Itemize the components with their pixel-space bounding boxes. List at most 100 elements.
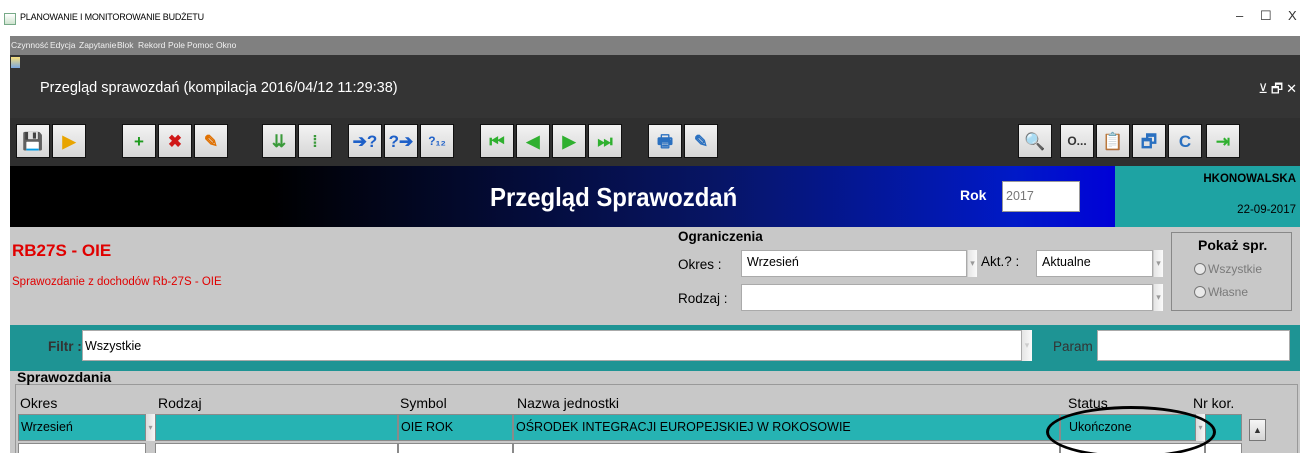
save-button[interactable]: 💾 [16,124,50,158]
insert-record-button[interactable]: + [122,124,156,158]
clipboard-button[interactable]: 📋 [1096,124,1130,158]
rodzaj-field[interactable] [741,284,1153,311]
col-header-symbol: Symbol [400,395,447,411]
rok-field[interactable]: 2017 [1002,181,1080,212]
duplicate-icon: ⇊ [271,131,287,151]
close-button[interactable]: X [1288,8,1297,23]
menu-pomoc[interactable]: Pomoc [187,40,213,50]
calculator-icon: C [1178,131,1192,151]
exit-button[interactable]: ⇥ [1206,124,1240,158]
col-header-rodzaj: Rodzaj [158,395,202,411]
print-button[interactable]: 🖶 [648,124,682,158]
filter-label: Filtr : [48,339,82,354]
maximize-button[interactable]: ☐ [1260,8,1272,24]
filter-bar: Filtr : Wszystkie ▾ Param [10,325,1300,371]
empty-row-cell[interactable] [18,443,146,453]
empty-row-cell[interactable] [1205,443,1242,453]
menu-edycja[interactable]: Edycja [50,40,76,50]
next-record-button[interactable]: ▶ [552,124,586,158]
akt-dropdown-icon[interactable]: ▾ [1153,250,1163,277]
cell-nazwa[interactable]: OŚRODEK INTEGRACJI EUROPEJSKIEJ W ROKOSO… [513,414,1060,441]
menu-rekord[interactable]: Rekord [138,40,165,50]
pokaz-title: Pokaż spr. [1198,237,1268,253]
exit-form-icon: ▶ [62,131,76,151]
split-icon: ⁞ [312,131,318,151]
menu-czynnosc[interactable]: Czynność [11,40,48,50]
akt-field[interactable]: Aktualne [1036,250,1153,277]
save-icon: 💾 [22,131,44,151]
filter-field[interactable]: Wszystkie [82,330,1022,361]
scroll-up-button[interactable]: ▲ [1249,419,1266,441]
okres-dropdown-icon[interactable]: ▾ [967,250,977,277]
col-header-nazwa: Nazwa jednostki [517,395,619,411]
last-record-button[interactable]: ⏭ [588,124,622,158]
empty-row-cell[interactable] [513,443,1060,453]
exit-icon: ⇥ [1215,131,1231,151]
status-highlight-ellipse [1046,406,1216,453]
report-code: RB27S - OIE [12,241,112,260]
clipboard-icon: 📋 [1102,131,1124,151]
okres-field[interactable]: Wrzesień [741,250,967,277]
user-info-box: HKONOWALSKA 22-09-2017 [1115,166,1300,227]
print-icon: 🖶 [656,131,674,151]
form-window-controls[interactable]: ⊻🗗✕ [1258,80,1300,102]
pokaz-group: Pokaż spr. Wszystkie Własne [1171,232,1292,311]
split-button[interactable]: ⁞ [298,124,332,158]
cell-symbol[interactable]: OIE ROK [398,414,513,441]
next-record-icon: ▶ [562,131,576,151]
param-field[interactable] [1097,330,1290,361]
delete-record-icon: ✖ [167,131,183,151]
options-button[interactable]: O... [1060,124,1094,158]
form-icon [11,57,20,68]
rodzaj-label: Rodzaj : [678,291,728,306]
execute-query-button[interactable]: ?➔ [384,124,418,158]
count-query-button[interactable]: ?₁₂ [420,124,454,158]
clear-record-icon: ✎ [203,131,219,151]
edit-icon: ✎ [693,131,709,151]
calculator-button[interactable]: C [1168,124,1202,158]
exit-form-button[interactable]: ▶ [52,124,86,158]
prev-record-button[interactable]: ◀ [516,124,550,158]
rodzaj-dropdown-icon[interactable]: ▾ [1153,284,1163,311]
empty-row-cell[interactable] [398,443,513,453]
java-app-icon [4,13,16,25]
clear-record-button[interactable]: ✎ [194,124,228,158]
radio-own-label: Własne [1208,285,1249,299]
menu-bar: Czynność Edycja Zapytanie Blok Rekord Po… [10,36,1300,55]
windows-button[interactable]: 🗗 [1132,124,1166,158]
radio-all-label: Wszystkie [1208,262,1262,276]
menu-blok[interactable]: Blok [117,40,134,50]
first-record-button[interactable]: ⏮ [480,124,514,158]
edit-button[interactable]: ✎ [684,124,718,158]
insert-record-icon: + [134,131,144,151]
radio-own[interactable] [1194,286,1206,298]
menu-zapytanie[interactable]: Zapytanie [79,40,116,50]
menu-okno[interactable]: Okno [216,40,236,50]
user-name: HKONOWALSKA [1203,173,1296,185]
first-record-icon: ⏮ [489,131,505,151]
execute-query-icon: ?➔ [388,131,414,151]
okres-label: Okres : [678,257,722,272]
minimize-button[interactable]: – [1236,8,1243,23]
cell-okres[interactable]: Wrzesień [18,414,146,441]
cell-rodzaj[interactable] [155,414,398,441]
menu-pole[interactable]: Pole [168,40,185,50]
prev-record-icon: ◀ [526,131,540,151]
delete-record-button[interactable]: ✖ [158,124,192,158]
form-window-header: Przegląd sprawozdań (kompilacja 2016/04/… [10,55,1300,118]
current-date: 22-09-2017 [1237,204,1296,216]
last-record-icon: ⏭ [597,131,613,151]
empty-row-cell[interactable] [155,443,398,453]
os-window-title: PLANOWANIE I MONITOROWANIE BUDŻETU [20,12,204,22]
duplicate-button[interactable]: ⇊ [262,124,296,158]
filter-dropdown-icon[interactable]: ▾ [1022,330,1032,361]
param-label: Param [1053,339,1093,354]
report-description: Sprawozdanie z dochodów Rb-27S - OIE [12,276,222,288]
enter-query-button[interactable]: ➔? [348,124,382,158]
preview-button[interactable]: 🔍 [1018,124,1052,158]
radio-all[interactable] [1194,263,1206,275]
enter-query-icon: ➔? [352,131,378,151]
preview-icon: 🔍 [1024,131,1046,151]
okres-cell-dropdown-icon[interactable]: ▾ [146,414,155,441]
options-icon: O... [1067,134,1087,148]
